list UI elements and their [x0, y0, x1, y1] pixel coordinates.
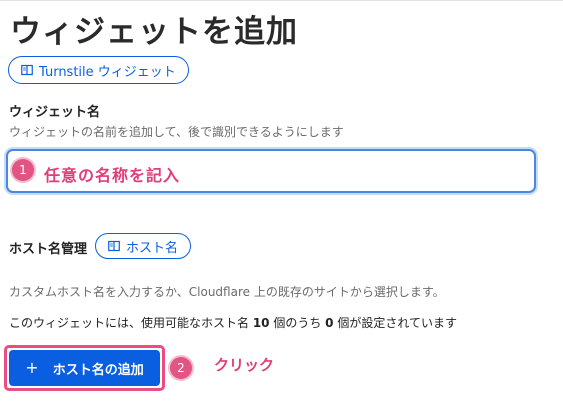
turnstile-docs-link[interactable]: Turnstile ウィジェット	[8, 56, 189, 84]
widget-name-help: ウィジェットの名前を追加して、後で識別できるようにします	[9, 125, 344, 139]
add-widget-page: ウィジェットを追加 Turnstile ウィジェット ウィジェット名 ウィジェッ…	[0, 0, 563, 405]
turnstile-docs-label: Turnstile ウィジェット	[39, 64, 176, 80]
step-1-badge: 1	[12, 159, 34, 181]
add-hostname-label: ホスト名の追加	[52, 362, 144, 378]
hostname-docs-label: ホスト名	[126, 240, 179, 256]
count-middle: 個のうち	[269, 316, 326, 330]
count-used: 0	[325, 316, 334, 330]
count-prefix: このウィジェットには、使用可能なホスト名	[9, 316, 253, 330]
book-icon	[108, 240, 120, 252]
top-divider	[0, 0, 563, 1]
hostname-docs-link[interactable]: ホスト名	[95, 233, 192, 259]
page-title: ウィジェットを追加	[10, 14, 298, 50]
step-2-badge: 2	[170, 357, 192, 379]
widget-name-label: ウィジェット名	[9, 105, 101, 120]
step-2-annotation: クリック	[214, 356, 275, 374]
step-1-annotation: 任意の名称を記入	[44, 166, 181, 185]
hostname-management-title: ホスト名管理	[9, 242, 88, 257]
hostname-description: カスタムホスト名を入力するか、Cloudflare 上の既存のサイトから選択しま…	[9, 285, 445, 299]
plus-icon: +	[25, 358, 39, 377]
hostname-count-text: このウィジェットには、使用可能なホスト名 10 個のうち 0 個が設定されていま…	[9, 314, 457, 331]
count-suffix: 個が設定されています	[333, 316, 457, 330]
book-icon	[21, 64, 33, 76]
count-total: 10	[252, 316, 270, 330]
add-hostname-button[interactable]: + ホスト名の追加	[9, 350, 160, 386]
